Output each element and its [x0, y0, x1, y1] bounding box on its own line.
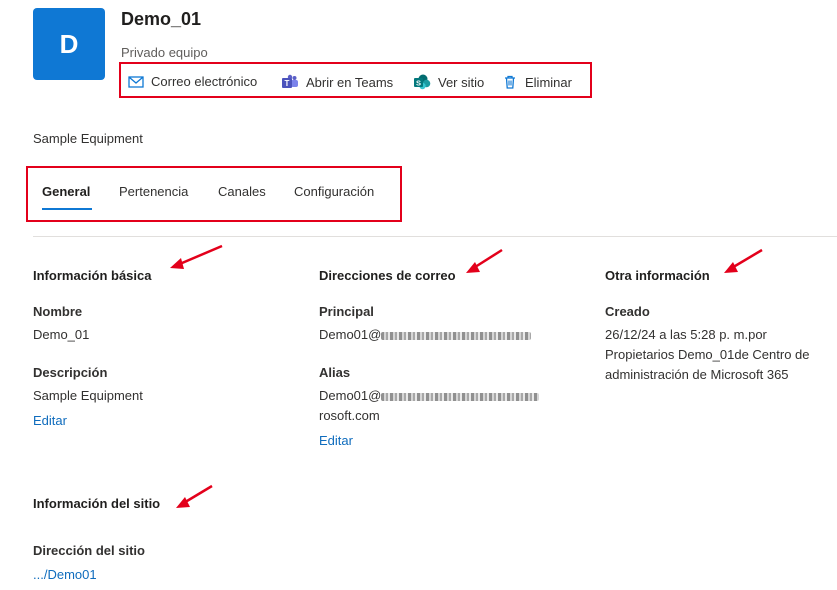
view-site-label: Ver sitio	[438, 74, 485, 90]
redacted-domain	[381, 331, 532, 340]
teams-icon: T	[282, 74, 298, 88]
active-tab-indicator	[42, 208, 92, 210]
email-button[interactable]: Correo electrónico	[128, 74, 257, 89]
trash-icon	[505, 75, 515, 89]
view-site-button[interactable]: S Ver sitio	[413, 74, 484, 90]
email-addresses-title: Direcciones de correo	[319, 268, 456, 283]
tab-canales[interactable]: Canales	[218, 184, 266, 199]
annotation-arrow	[176, 484, 213, 508]
primary-email-prefix: Demo01@	[319, 327, 382, 342]
mail-icon	[128, 75, 144, 88]
edit-email-link[interactable]: Editar	[319, 433, 353, 448]
primary-email-label: Principal	[319, 304, 374, 319]
svg-text:S: S	[416, 79, 421, 88]
action-bar: Correo electrónico T Abrir en Teams S Ve…	[119, 62, 592, 98]
tab-general[interactable]: General	[42, 184, 90, 199]
svg-text:T: T	[285, 79, 290, 88]
delete-label: Eliminar	[525, 74, 572, 90]
team-description: Sample Equipment	[33, 131, 143, 146]
alias-prefix: Demo01@	[319, 388, 382, 403]
alias-value: Demo01@	[319, 386, 540, 406]
created-label: Creado	[605, 304, 650, 319]
other-info-title: Otra información	[605, 268, 710, 283]
avatar: D	[33, 8, 105, 80]
delete-button[interactable]: Eliminar	[502, 74, 572, 90]
edit-basic-info-link[interactable]: Editar	[33, 413, 67, 428]
name-value: Demo_01	[33, 327, 90, 342]
redacted-domain	[381, 392, 540, 401]
alias-label: Alias	[319, 365, 351, 380]
email-button-label: Correo electrónico	[151, 74, 258, 89]
basic-info-title: Información básica	[33, 268, 152, 283]
divider	[33, 236, 837, 237]
open-teams-button[interactable]: T Abrir en Teams	[281, 74, 393, 90]
site-address-label: Dirección del sitio	[33, 543, 145, 558]
primary-email-value: Demo01@	[319, 325, 532, 345]
description-value: Sample Equipment	[33, 388, 143, 403]
page-title: Demo_01	[121, 9, 202, 29]
description-label: Descripción	[33, 365, 108, 380]
tab-configuracion[interactable]: Configuración	[294, 184, 374, 199]
name-label: Nombre	[33, 304, 83, 319]
privacy-label: Privado equipo	[121, 45, 208, 60]
tab-pertenencia[interactable]: Pertenencia	[119, 184, 188, 199]
annotation-arrow	[466, 248, 503, 273]
site-address-link[interactable]: .../Demo01	[33, 567, 97, 582]
tab-bar: General Pertenencia Canales Configuració…	[26, 166, 402, 222]
annotation-arrow	[170, 244, 223, 269]
created-value: 26/12/24 a las 5:28 p. m.por Propietario…	[605, 327, 810, 382]
open-teams-label: Abrir en Teams	[306, 74, 394, 90]
sharepoint-icon: S	[414, 74, 431, 90]
site-info-title: Información del sitio	[33, 496, 161, 511]
alias-value-continued: rosoft.com	[319, 408, 380, 423]
annotation-arrow	[724, 248, 763, 273]
